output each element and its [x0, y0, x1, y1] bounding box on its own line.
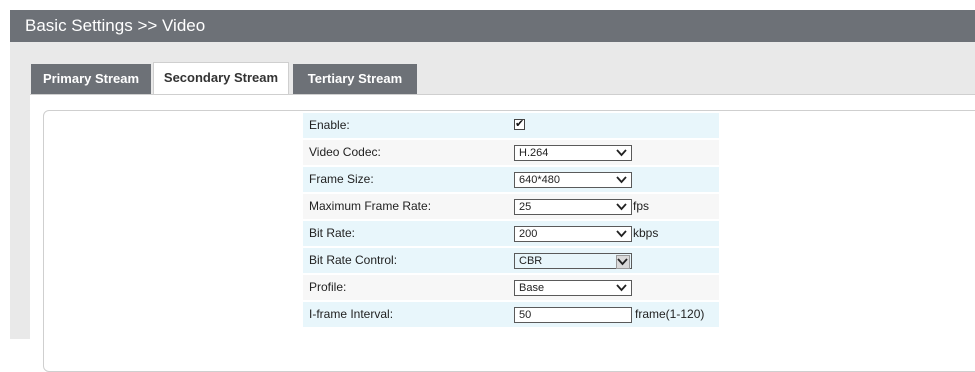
- checkmark-icon: ✔: [515, 118, 525, 130]
- video-codec-select[interactable]: H.264: [514, 145, 632, 161]
- page-title: Basic Settings >> Video: [10, 10, 975, 42]
- profile-label: Profile:: [309, 280, 347, 294]
- iframe-interval-unit: frame(1-120): [635, 307, 705, 321]
- enable-label: Enable:: [309, 118, 350, 132]
- row-bit-rate-control: Bit Rate Control: CBR: [303, 248, 719, 273]
- video-codec-label: Video Codec:: [309, 145, 381, 159]
- max-frame-rate-select[interactable]: 25: [514, 199, 632, 215]
- chevron-down-icon: [616, 173, 628, 187]
- iframe-interval-input[interactable]: 50: [514, 307, 632, 323]
- row-max-frame-rate: Maximum Frame Rate: 25 fps: [303, 194, 719, 219]
- max-frame-rate-label: Maximum Frame Rate:: [309, 199, 432, 213]
- row-video-codec: Video Codec: H.264: [303, 140, 719, 165]
- video-settings-form: Enable: ✔ Video Codec: H.264 Frame Size:…: [303, 113, 719, 329]
- bit-rate-control-select[interactable]: CBR: [514, 253, 632, 269]
- row-enable: Enable: ✔: [303, 113, 719, 138]
- chevron-down-icon: [616, 200, 628, 214]
- video-codec-value: H.264: [519, 147, 549, 159]
- profile-select[interactable]: Base: [514, 280, 632, 296]
- chevron-down-icon: [616, 281, 628, 295]
- row-profile: Profile: Base: [303, 275, 719, 300]
- frame-size-value: 640*480: [519, 174, 560, 186]
- fps-unit: fps: [633, 199, 650, 213]
- row-iframe-interval: I-frame Interval: 50 frame(1-120): [303, 302, 719, 327]
- frame-size-select[interactable]: 640*480: [514, 172, 632, 188]
- iframe-interval-label: I-frame Interval:: [309, 307, 394, 321]
- bit-rate-label: Bit Rate:: [309, 226, 356, 240]
- frame-size-label: Frame Size:: [309, 172, 374, 186]
- profile-value: Base: [519, 282, 545, 294]
- bit-rate-select[interactable]: 200: [514, 226, 632, 242]
- tab-tertiary-stream[interactable]: Tertiary Stream: [293, 64, 417, 94]
- chevron-down-icon: [616, 146, 628, 160]
- row-frame-size: Frame Size: 640*480: [303, 167, 719, 192]
- tab-secondary-stream[interactable]: Secondary Stream: [153, 62, 289, 94]
- kbps-unit: kbps: [633, 226, 659, 240]
- bit-rate-control-value: CBR: [519, 255, 543, 267]
- chevron-down-icon: [616, 227, 628, 241]
- bit-rate-value: 200: [519, 228, 538, 240]
- bit-rate-control-label: Bit Rate Control:: [309, 253, 398, 267]
- chevron-down-icon: [616, 255, 630, 269]
- enable-checkbox[interactable]: ✔: [514, 119, 525, 130]
- row-bit-rate: Bit Rate: 200 kbps: [303, 221, 719, 246]
- max-frame-rate-value: 25: [519, 201, 532, 213]
- tab-primary-stream[interactable]: Primary Stream: [31, 64, 151, 94]
